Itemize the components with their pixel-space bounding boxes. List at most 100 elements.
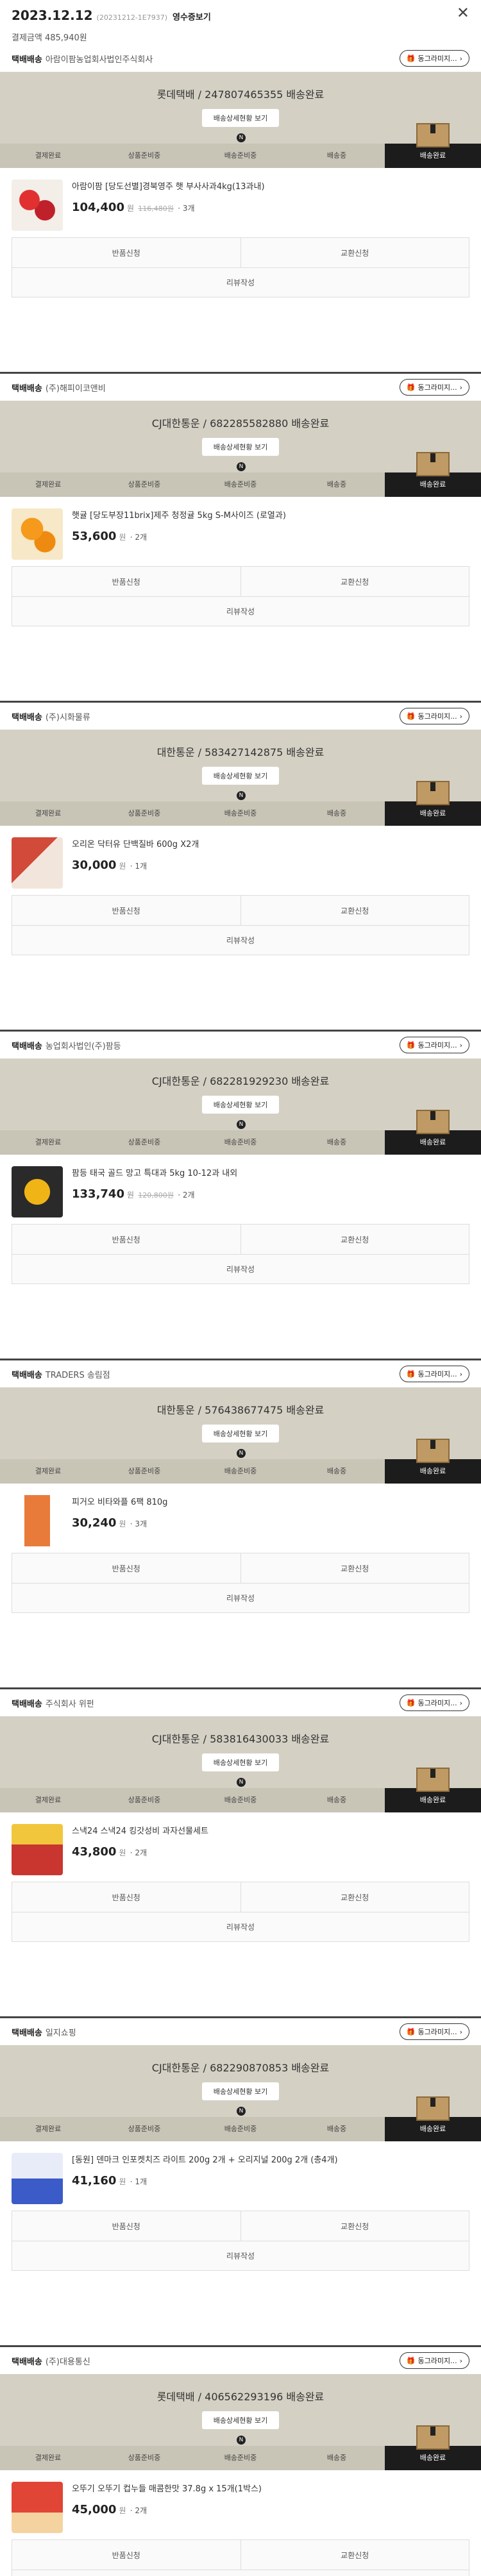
product-thumbnail[interactable]	[12, 837, 63, 889]
product-thumbnail[interactable]	[12, 180, 63, 231]
product-name[interactable]: [동원] 덴마크 인포켓치즈 라이트 200g 2개 + 오리지널 200g 2…	[72, 2153, 338, 2165]
return-button[interactable]: 반품신청	[12, 896, 241, 925]
return-button[interactable]: 반품신청	[12, 567, 241, 596]
payment-amount[interactable]: 결제금액 485,940원	[12, 31, 469, 43]
gift-button[interactable]: 🎁 동그라미지... ›	[399, 50, 469, 67]
product-thumbnail[interactable]	[12, 1166, 63, 1217]
review-button[interactable]: 리뷰작성	[12, 1912, 469, 1941]
exchange-button[interactable]: 교환신청	[240, 238, 469, 267]
track-detail-button[interactable]: 배송상세현황 보기	[202, 2411, 279, 2429]
product-quantity: · 1개	[130, 862, 148, 871]
product-row[interactable]: 팜등 태국 골드 망고 특대과 5kg 10-12과 내외 133,740 원 1…	[0, 1155, 481, 1219]
product-row[interactable]: [동원] 덴마크 인포켓치즈 라이트 200g 2개 + 오리지널 200g 2…	[0, 2141, 481, 2205]
exchange-button[interactable]: 교환신청	[240, 1882, 469, 1912]
original-price: 116,480원	[138, 205, 174, 213]
track-detail-button[interactable]: 배송상세현황 보기	[202, 438, 279, 456]
gift-button[interactable]: 🎁 동그라미지... ›	[399, 1037, 469, 1053]
product-row[interactable]: 오뚜기 오뚜기 컵누들 매콤한맛 37.8g x 15개(1박스) 45,000…	[0, 2470, 481, 2534]
product-thumbnail[interactable]	[12, 2482, 63, 2533]
track-detail-button[interactable]: 배송상세현황 보기	[202, 767, 279, 785]
review-button[interactable]: 리뷰작성	[12, 267, 469, 297]
seller-name: 농업회사법인(주)팜등	[45, 1041, 121, 1051]
product-row[interactable]: 아람이팜 [당도선별]경북영주 햇 부사사과4kg(13과내) 104,400 원…	[0, 168, 481, 232]
delivery-status-band: 대한통운 / 576438677475 배송완료 배송상세현황 보기 N 결제완…	[0, 1387, 481, 1484]
track-detail-button[interactable]: 배송상세현황 보기	[202, 1425, 279, 1443]
gift-button[interactable]: 🎁 동그라미지... ›	[399, 379, 469, 396]
product-name[interactable]: 오리온 닥터유 단백질바 600g X2개	[72, 837, 199, 849]
product-row[interactable]: 오리온 닥터유 단백질바 600g X2개 30,000 원 · 1개	[0, 826, 481, 890]
step-delivered-label: 배송완료	[419, 1138, 446, 1146]
step-ready: 배송준비중	[224, 151, 257, 160]
delivery-steps: 결제완료 상품준비중 배송준비중 배송중 배송완료	[0, 2096, 481, 2141]
step-delivered-label: 배송완료	[419, 480, 446, 489]
review-button[interactable]: 리뷰작성	[12, 596, 469, 626]
price-unit: 원	[119, 862, 126, 871]
track-detail-button[interactable]: 배송상세현황 보기	[202, 2082, 279, 2100]
track-detail-button[interactable]: 배송상세현황 보기	[202, 1096, 279, 1114]
step-paid: 결제완료	[35, 2454, 62, 2462]
gift-button[interactable]: 🎁 동그라미지... ›	[399, 1366, 469, 1382]
review-button[interactable]: 리뷰작성	[12, 1254, 469, 1284]
product-thumbnail[interactable]	[12, 508, 63, 560]
seller-header: 택배배송 (주)해피이코앤비 🎁 동그라미지... ›	[0, 374, 481, 401]
exchange-button[interactable]: 교환신청	[240, 567, 469, 596]
product-thumbnail[interactable]	[12, 1495, 63, 1546]
product-row[interactable]: 피거오 비타와플 6팩 810g 30,240 원 · 3개	[0, 1484, 481, 1548]
product-name[interactable]: 스낵24 스낵24 킹갓성비 과자선물세트	[72, 1824, 208, 1836]
product-name[interactable]: 아람이팜 [당도선별]경북영주 햇 부사사과4kg(13과내)	[72, 180, 265, 192]
product-info: [동원] 덴마크 인포켓치즈 라이트 200g 2개 + 오리지널 200g 2…	[72, 2153, 338, 2205]
gift-button[interactable]: 🎁 동그라미지... ›	[399, 2023, 469, 2040]
return-button[interactable]: 반품신청	[12, 1553, 241, 1583]
product-row[interactable]: 스낵24 스낵24 킹갓성비 과자선물세트 43,800 원 · 2개	[0, 1812, 481, 1877]
order-title: 2023.12.12 (20231212-1E7937) 영수증보기	[12, 8, 469, 23]
product-price: 30,000	[72, 858, 117, 872]
exchange-button[interactable]: 교환신청	[240, 896, 469, 925]
product-price-line: 30,240 원 · 3개	[72, 1516, 167, 1530]
package-box-icon	[416, 2425, 450, 2450]
review-button[interactable]: 리뷰작성	[12, 925, 469, 955]
package-box-icon	[416, 781, 450, 805]
exchange-button[interactable]: 교환신청	[240, 2211, 469, 2241]
return-button[interactable]: 반품신청	[12, 1882, 241, 1912]
chevron-right-icon: ›	[459, 2356, 462, 2365]
gift-button[interactable]: 🎁 동그라미지... ›	[399, 1694, 469, 1711]
exchange-button[interactable]: 교환신청	[240, 1553, 469, 1583]
delivery-status-band: CJ대한통운 / 682290870853 배송완료 배송상세현황 보기 N 결…	[0, 2045, 481, 2141]
delivery-type: 택배배송	[12, 383, 42, 394]
exchange-button[interactable]: 교환신청	[240, 2540, 469, 2570]
product-name[interactable]: 팜등 태국 골드 망고 특대과 5kg 10-12과 내외	[72, 1166, 237, 1178]
review-button[interactable]: 리뷰작성	[12, 2570, 469, 2576]
return-button[interactable]: 반품신청	[12, 1225, 241, 1254]
track-detail-button[interactable]: 배송상세현황 보기	[202, 109, 279, 127]
product-row[interactable]: 햇귤 [당도부장11brix]제주 청정귤 5kg S-M사이즈 (로열과) 5…	[0, 497, 481, 561]
review-button[interactable]: 리뷰작성	[12, 1583, 469, 1612]
seller-header: 택배배송 농업회사법인(주)팜등 🎁 동그라미지... ›	[0, 1032, 481, 1058]
step-delivered-label: 배송완료	[419, 809, 446, 817]
receipt-link[interactable]: 영수증보기	[173, 13, 211, 22]
step-delivered-label: 배송완료	[419, 151, 446, 160]
return-button[interactable]: 반품신청	[12, 238, 241, 267]
product-info: 햇귤 [당도부장11brix]제주 청정귤 5kg S-M사이즈 (로열과) 5…	[72, 508, 286, 561]
gift-button[interactable]: 🎁 동그라미지... ›	[399, 708, 469, 724]
product-name[interactable]: 피거오 비타와플 6팩 810g	[72, 1495, 167, 1507]
product-quantity: · 3개	[130, 1519, 148, 1528]
order-actions: 반품신청교환신청 리뷰작성	[12, 1224, 469, 1284]
product-name[interactable]: 오뚜기 오뚜기 컵누들 매콤한맛 37.8g x 15개(1박스)	[72, 2482, 262, 2494]
gift-button[interactable]: 🎁 동그라미지... ›	[399, 2352, 469, 2369]
step-preparing: 상품준비중	[128, 2454, 161, 2462]
product-thumbnail[interactable]	[12, 2153, 63, 2204]
track-detail-button[interactable]: 배송상세현황 보기	[202, 1753, 279, 1771]
step-preparing: 상품준비중	[128, 480, 161, 489]
seller-section: 택배배송 일지쇼핑 🎁 동그라미지... › CJ대한통운 / 68229087085…	[0, 2018, 481, 2347]
return-button[interactable]: 반품신청	[12, 2211, 241, 2241]
step-paid: 결제완료	[35, 1138, 62, 1146]
seller-section: 택배배송 주식회사 위펀 🎁 동그라미지... › CJ대한통운 / 58381643…	[0, 1689, 481, 2018]
review-button[interactable]: 리뷰작성	[12, 2241, 469, 2270]
close-icon[interactable]: ✕	[457, 5, 469, 21]
delivery-status-band: 대한통운 / 583427142875 배송완료 배송상세현황 보기 N 결제완…	[0, 730, 481, 826]
product-thumbnail[interactable]	[12, 1824, 63, 1875]
product-name[interactable]: 햇귤 [당도부장11brix]제주 청정귤 5kg S-M사이즈 (로열과)	[72, 508, 286, 521]
return-button[interactable]: 반품신청	[12, 2540, 241, 2570]
step-preparing: 상품준비중	[128, 809, 161, 817]
exchange-button[interactable]: 교환신청	[240, 1225, 469, 1254]
